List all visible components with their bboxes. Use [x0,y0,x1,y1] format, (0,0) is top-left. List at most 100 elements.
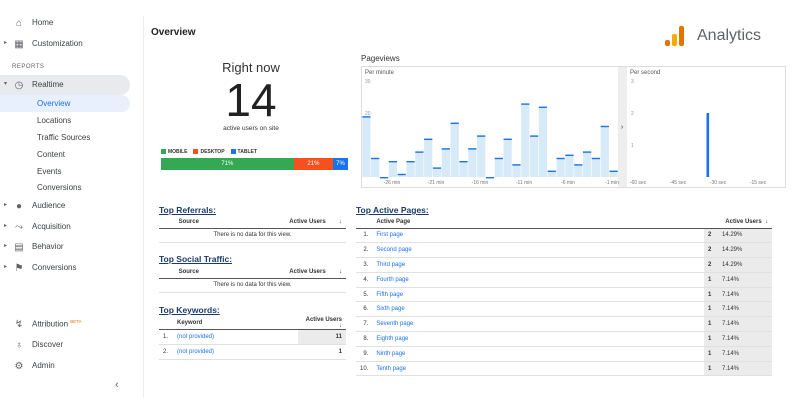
pageview-bar-cap [494,157,503,160]
pageview-bar [388,161,398,177]
page-link[interactable]: Eighth page [372,331,704,347]
user-percent: 14.29% [718,242,772,259]
pageview-bar-cap [582,151,592,153]
table-row: 2. (not provided) 1 [159,344,346,360]
sidebar-item-events[interactable]: Events [0,163,130,180]
page-link[interactable]: First page [372,228,704,244]
page-link[interactable]: Fourth page [372,272,704,288]
user-count: 2 [704,257,718,273]
top-social-table: Source Active Users ↓ There is no data fo… [159,266,346,294]
page-link[interactable]: Fifth page [372,287,704,303]
row-number: 8. [356,331,373,347]
nav-discover[interactable]: ♁ Discover [0,335,130,355]
pageview-bar [503,138,512,177]
col-keyword[interactable]: Keyword [173,317,298,330]
device-legend: MOBILE DESKTOP TABLET [161,149,257,155]
top-referrals-table: Source Active Users ↓ There is no data fo… [159,216,346,244]
top-social-title[interactable]: Top Social Traffic: [159,254,232,264]
pageview-bar [574,164,583,177]
pageview-bar-cap [371,157,380,160]
pageview-bar-cap [397,173,406,176]
nav-home[interactable]: ⌂ Home [0,13,130,33]
y-tick-label: 20 [365,111,371,117]
nav-conversions[interactable]: ▸ ⚑ Conversions [0,258,130,278]
keyword-link[interactable]: (not provided) [173,344,298,360]
col-active-users[interactable]: Active Users ↓ [218,266,346,279]
pageview-bar [538,106,548,177]
gear-icon: ⚙ [14,360,24,372]
pageview-bar [591,157,601,177]
sidebar-item-locations[interactable]: Locations [0,112,130,129]
logo-text: Analytics [697,27,762,44]
nav-audience[interactable]: ▸ ● Audience [0,196,130,216]
nav-admin[interactable]: ⚙ Admin [0,356,130,376]
pageview-bar-cap [547,170,556,172]
sidebar-item-traffic-sources[interactable]: Traffic Sources [0,129,130,146]
keyword-link[interactable]: (not provided) [173,329,298,345]
nav-attribution[interactable]: ↯ Attribution BETA [0,314,130,334]
col-active-users[interactable]: Active Users ↓ [704,216,772,229]
nav-acquisition[interactable]: ▸ ⤳ Acquisition [0,217,130,237]
sidebar-item-overview[interactable]: Overview [0,95,130,112]
user-count: 2 [704,242,718,259]
x-tick-label-right: -45 sec [670,180,687,186]
pageview-bar [582,151,592,177]
table-row: 4. Fourth page 1 7.14% [356,272,772,288]
pageview-bar [521,103,530,177]
pageview-bar [565,154,574,177]
sort-arrow-icon: ↓ [765,218,768,225]
pageview-bar-cap [600,125,609,128]
user-percent: 7.14% [718,346,772,362]
top-referrals-title[interactable]: Top Referrals: [159,205,216,215]
col-active-page[interactable]: Active Page [372,216,704,229]
table-row: 1. First page 2 14.29% [356,228,772,244]
col-active-users[interactable]: Active Users ↓ [218,216,346,229]
user-percent: 7.14% [718,287,772,303]
page-link[interactable]: Third page [372,257,704,273]
pageview-bar-cap [477,135,486,137]
top-active-pages-title[interactable]: Top Active Pages: [356,205,429,215]
nav-customization[interactable]: ▸ ▦ Customization [0,34,130,54]
device-share-bar: 71% 21% 7% [161,158,348,170]
top-keywords-title[interactable]: Top Keywords: [159,305,220,315]
pageview-bar [424,138,433,177]
legend-desktop: DESKTOP [193,149,225,155]
user-percent: 14.29% [718,257,772,273]
page-link[interactable]: Ninth page [372,346,704,362]
nav-realtime[interactable]: ▾ ◷ Realtime [0,75,130,95]
pageview-bar-cap [574,164,583,166]
y-tick-label-right: 1 [631,143,634,149]
pageview-bar [415,151,424,177]
sidebar-item-content[interactable]: Content [0,146,130,163]
no-data-message: There is no data for this view. [159,278,346,294]
legend-mobile: MOBILE [161,149,187,155]
sidebar-item-conversions[interactable]: Conversions [0,179,130,196]
user-count: 1 [704,272,718,288]
pageview-bar-cap [503,138,512,140]
col-source[interactable]: Source [159,216,219,229]
nav-behavior[interactable]: ▸ ▤ Behavior [0,237,130,257]
page-link[interactable]: Seventh page [372,316,704,333]
user-count: 2 [704,228,718,244]
per-second-label: Per second [630,70,660,76]
pageview-bar-cap [565,154,574,156]
pageview-bar [468,148,477,177]
person-icon: ● [15,200,23,212]
pageview-bar-cap [485,177,495,179]
collapse-sidebar-icon[interactable]: ‹ [115,379,119,391]
page-link[interactable]: Tenth page [372,361,704,377]
col-active-users[interactable]: Active Users ↓ [298,317,346,330]
page-link[interactable]: Second page [372,242,704,259]
row-number: 9. [356,346,373,362]
user-count: 1 [704,361,718,377]
sort-arrow-icon: ↓ [339,323,342,329]
row-number: 2. [356,242,373,259]
y-tick-label-right: 2 [631,111,634,117]
page-link[interactable]: Sixth page [372,301,704,318]
device-segment-tablet: 7% [333,158,348,170]
pageviews-title: Pageviews [361,54,400,63]
active-users-caption: active users on site [223,125,279,132]
x-tick-label-right: -15 sec [750,180,767,186]
pageview-bar [432,167,442,177]
col-source[interactable]: Source [159,266,219,279]
